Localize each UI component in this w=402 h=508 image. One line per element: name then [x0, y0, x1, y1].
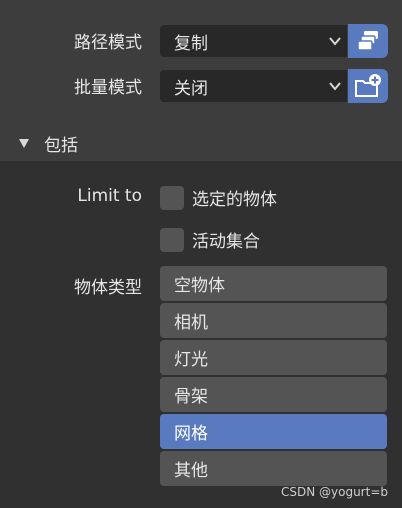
- path-mode-value: 复制: [174, 33, 208, 54]
- object-types-label: 物体类型: [74, 278, 142, 298]
- object-type-armature[interactable]: 骨架: [160, 377, 387, 412]
- object-type-empty[interactable]: 空物体: [160, 266, 387, 301]
- limit-to-label: Limit to: [77, 186, 142, 206]
- active-collection-checkbox[interactable]: [160, 227, 184, 252]
- watermark: CSDN @yogurt=b: [280, 485, 388, 499]
- object-type-camera[interactable]: 相机: [160, 303, 387, 338]
- selected-objects-checkbox[interactable]: [160, 185, 184, 210]
- path-mode-dropdown[interactable]: 复制: [160, 25, 347, 57]
- chevron-down-icon: [329, 37, 341, 46]
- copy-mode-button[interactable]: [348, 24, 388, 58]
- include-section-header[interactable]: 包括: [18, 128, 78, 158]
- batch-mode-dropdown[interactable]: 关闭: [160, 70, 347, 102]
- object-type-light[interactable]: 灯光: [160, 340, 387, 375]
- chevron-down-icon: [329, 82, 341, 91]
- active-collection-option[interactable]: 活动集合: [160, 227, 260, 252]
- path-mode-label: 路径模式: [74, 33, 142, 53]
- copy-icon: [357, 31, 378, 51]
- batch-mode-value: 关闭: [174, 78, 208, 99]
- include-section-title: 包括: [44, 135, 78, 156]
- selected-objects-option[interactable]: 选定的物体: [160, 185, 277, 210]
- active-collection-label: 活动集合: [192, 232, 260, 252]
- object-types-list: 空物体 相机 灯光 骨架 网格 其他: [160, 266, 387, 488]
- object-type-other[interactable]: 其他: [160, 451, 387, 486]
- selected-objects-label: 选定的物体: [192, 190, 277, 210]
- batch-mode-label: 批量模式: [74, 78, 142, 98]
- collapse-triangle-icon: [19, 139, 29, 148]
- object-type-mesh[interactable]: 网格: [160, 414, 387, 449]
- batch-folder-button[interactable]: [348, 69, 388, 103]
- new-folder-icon: [355, 74, 381, 97]
